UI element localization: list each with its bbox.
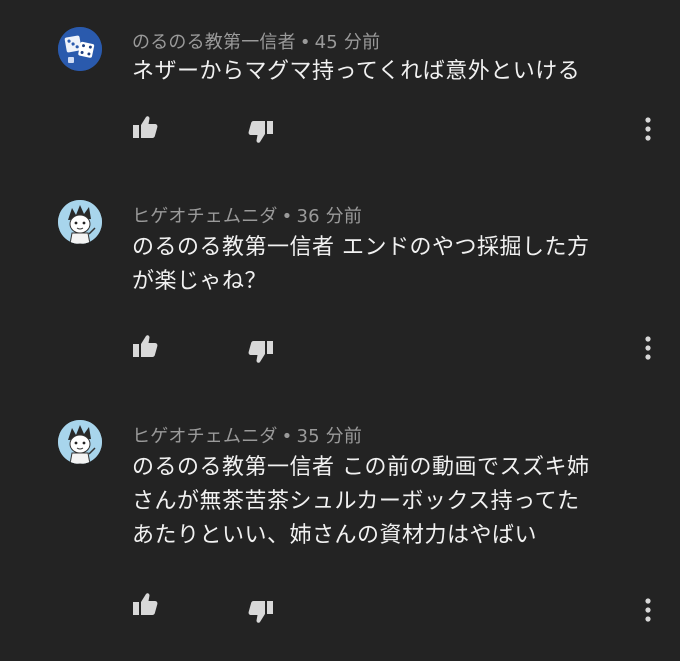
comment-meta: ヒゲオチェムニダ • 36 分前 [132,202,362,228]
more-options-button[interactable] [632,594,664,626]
comment-meta: ヒゲオチェムニダ • 35 分前 [132,422,362,448]
comment-text: ネザーからマグマ持ってくれば意外といける [132,59,581,84]
like-button[interactable] [129,588,161,620]
comment-item: のるのる教第一信者 • 45 分前 ネザーからマグマ持ってくれば意外といける [0,0,680,170]
author-name[interactable]: のるのる教第一信者 [132,32,296,53]
comment-item: ヒゲオチェムニダ • 36 分前 のるのる教第一信者 エンドのやつ採掘した方 が楽じ… [0,170,680,390]
thumbs-up-icon [133,335,158,357]
timestamp[interactable]: 45 分前 [315,32,381,53]
comment-text: のるのる教第一信者 この前の動画でスズキ姉 さんが無茶苦茶シュルカーボックス持っ… [132,455,590,548]
author-name[interactable]: ヒゲオチェムニダ [132,426,278,447]
avatar[interactable] [58,420,102,464]
timestamp[interactable]: 35 分前 [296,426,362,447]
more-options-button[interactable] [632,332,664,364]
like-button[interactable] [129,330,161,362]
thumbs-down-icon [248,121,273,143]
anime-character-avatar [58,420,102,464]
dislike-button[interactable] [245,336,277,368]
comment-meta: のるのる教第一信者 • 45 分前 [132,28,380,54]
meta-separator: • [281,206,293,227]
more-vertical-icon [645,336,651,360]
dislike-button[interactable] [245,596,277,628]
thumbs-down-icon [248,601,273,623]
blue-dice-avatar [58,27,102,71]
more-options-button[interactable] [632,113,664,145]
thumbs-down-icon [248,341,273,363]
meta-separator: • [281,426,293,447]
timestamp[interactable]: 36 分前 [296,206,362,227]
thumbs-up-icon [133,116,158,138]
like-button[interactable] [129,111,161,143]
author-name[interactable]: ヒゲオチェムニダ [132,206,278,227]
comment-text: のるのる教第一信者 エンドのやつ採掘した方 が楽じゃね？ [132,235,590,294]
anime-character-avatar [58,200,102,244]
thumbs-up-icon [133,593,158,615]
avatar[interactable] [58,27,102,71]
dislike-button[interactable] [245,116,277,148]
comment-item: ヒゲオチェムニダ • 35 分前 のるのる教第一信者 この前の動画でスズキ姉 さんが… [0,390,680,661]
more-vertical-icon [645,117,651,141]
more-vertical-icon [645,598,651,622]
meta-separator: • [299,32,311,53]
avatar[interactable] [58,200,102,244]
